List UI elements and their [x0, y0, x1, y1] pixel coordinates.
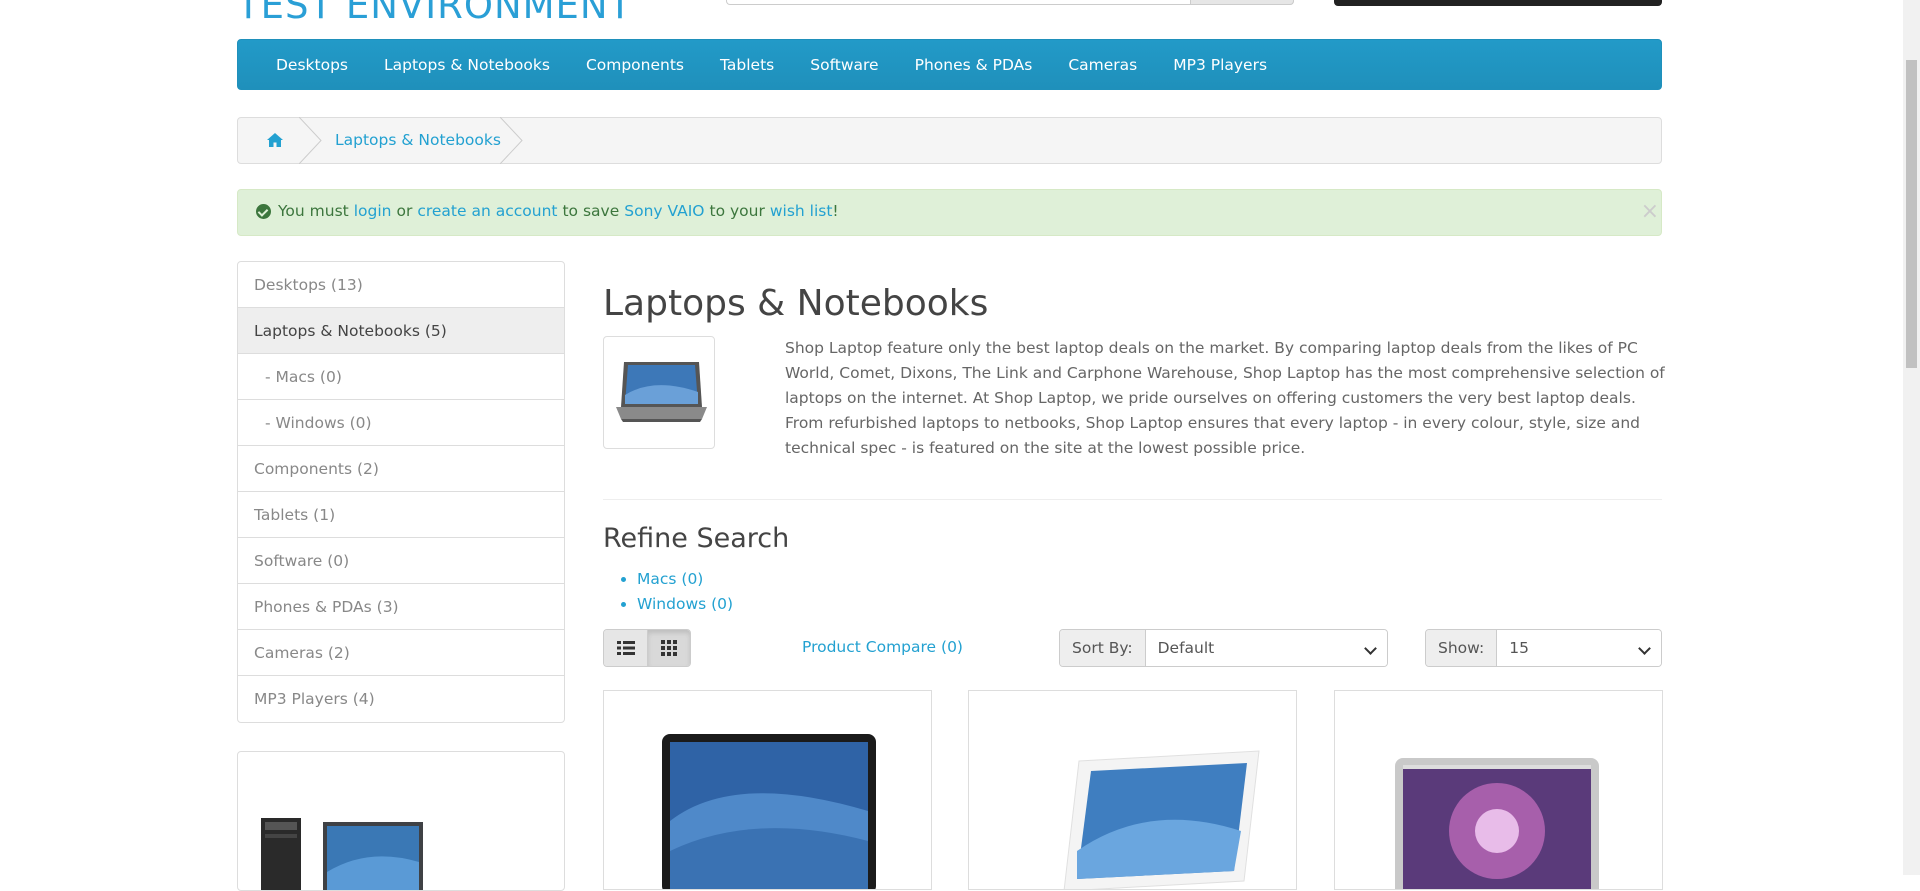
menu-item-phones[interactable]: Phones & PDAs	[897, 56, 1051, 74]
list-view-icon	[616, 641, 635, 655]
category-list: Desktops (13) Laptops & Notebooks (5) - …	[237, 261, 565, 723]
category-components[interactable]: Components (2)	[238, 446, 564, 492]
category-desktops[interactable]: Desktops (13)	[238, 262, 564, 308]
product-link[interactable]: Sony VAIO	[624, 202, 704, 220]
category-image	[603, 336, 715, 449]
breadcrumb-separator-icon	[299, 117, 322, 164]
chevron-down-icon	[1638, 642, 1651, 655]
refine-link-macs[interactable]: Macs (0)	[637, 570, 703, 588]
category-description: Shop Laptop feature only the best laptop…	[785, 339, 1665, 457]
success-alert: You must login or create an account to s…	[237, 189, 1662, 236]
grid-view-button[interactable]	[647, 630, 690, 666]
category-cameras[interactable]: Cameras (2)	[238, 630, 564, 676]
alert-message: You must login or create an account to s…	[256, 202, 839, 220]
show-label: Show:	[1426, 630, 1498, 666]
alert-text-to-save: to save	[562, 202, 620, 220]
category-tablets[interactable]: Tablets (1)	[238, 492, 564, 538]
breadcrumb: Laptops & Notebooks	[237, 117, 1662, 164]
product-image	[1395, 758, 1599, 889]
scrollbar-thumb[interactable]	[1906, 60, 1917, 368]
category-laptops[interactable]: Laptops & Notebooks (5)	[238, 308, 564, 354]
sort-label: Sort By:	[1060, 630, 1146, 666]
product-image	[1063, 750, 1260, 889]
main-menu: Desktops Laptops & Notebooks Components …	[237, 39, 1662, 90]
product-card[interactable]	[1334, 690, 1663, 890]
list-view-button[interactable]	[604, 630, 647, 666]
menu-item-cameras[interactable]: Cameras	[1050, 56, 1155, 74]
home-icon[interactable]	[266, 131, 284, 149]
category-mp3[interactable]: MP3 Players (4)	[238, 676, 564, 722]
view-toggle	[603, 629, 691, 667]
divider	[603, 499, 1662, 500]
alert-text-to-your: to your	[709, 202, 765, 220]
category-software[interactable]: Software (0)	[238, 538, 564, 584]
show-select[interactable]: 15	[1497, 630, 1661, 666]
refine-item: Macs (0)	[637, 567, 733, 592]
alert-text-prefix: You must	[278, 202, 349, 220]
sort-control: Sort By: Default	[1059, 629, 1388, 667]
menu-item-mp3[interactable]: MP3 Players	[1155, 56, 1285, 74]
alert-text-suffix: !	[832, 202, 839, 220]
store-logo[interactable]: TEST ENVIRONMENT	[237, 0, 632, 27]
grid-view-icon	[661, 640, 677, 656]
limit-control: Show: 15	[1425, 629, 1662, 667]
breadcrumb-laptops[interactable]: Laptops & Notebooks	[335, 131, 501, 149]
page-title: Laptops & Notebooks	[603, 283, 989, 324]
refine-search-title: Refine Search	[603, 523, 790, 554]
laptop-thumbnail	[616, 362, 707, 422]
product-image	[662, 734, 876, 889]
category-macs[interactable]: - Macs (0)	[238, 354, 564, 400]
category-phones[interactable]: Phones & PDAs (3)	[238, 584, 564, 630]
login-link[interactable]: login	[354, 202, 392, 220]
menu-item-software[interactable]: Software	[792, 56, 896, 74]
chevron-down-icon	[1364, 642, 1377, 655]
product-card[interactable]	[603, 690, 932, 890]
cart-button[interactable]	[1334, 0, 1662, 6]
sort-value: Default	[1157, 639, 1215, 657]
close-icon[interactable]: ×	[1641, 199, 1659, 224]
sort-select[interactable]: Default	[1145, 630, 1387, 666]
refine-item: Windows (0)	[637, 592, 733, 617]
check-circle-icon	[256, 203, 271, 219]
product-card[interactable]	[968, 690, 1297, 890]
banner-image	[261, 818, 423, 890]
breadcrumb-separator-icon	[500, 117, 523, 164]
wish-list-link[interactable]: wish list	[770, 202, 833, 220]
sidebar-banner[interactable]	[237, 751, 565, 891]
category-windows[interactable]: - Windows (0)	[238, 400, 564, 446]
menu-item-components[interactable]: Components	[568, 56, 702, 74]
alert-text-or: or	[396, 202, 413, 220]
refine-search-list: Macs (0) Windows (0)	[637, 567, 733, 617]
product-compare-link[interactable]: Product Compare (0)	[802, 638, 963, 656]
menu-item-tablets[interactable]: Tablets	[702, 56, 792, 74]
menu-item-desktops[interactable]: Desktops	[258, 56, 366, 74]
refine-link-windows[interactable]: Windows (0)	[637, 595, 733, 613]
show-value: 15	[1509, 639, 1529, 657]
menu-item-laptops[interactable]: Laptops & Notebooks	[366, 56, 568, 74]
search-button[interactable]	[1190, 0, 1294, 5]
create-account-link[interactable]: create an account	[417, 202, 557, 220]
